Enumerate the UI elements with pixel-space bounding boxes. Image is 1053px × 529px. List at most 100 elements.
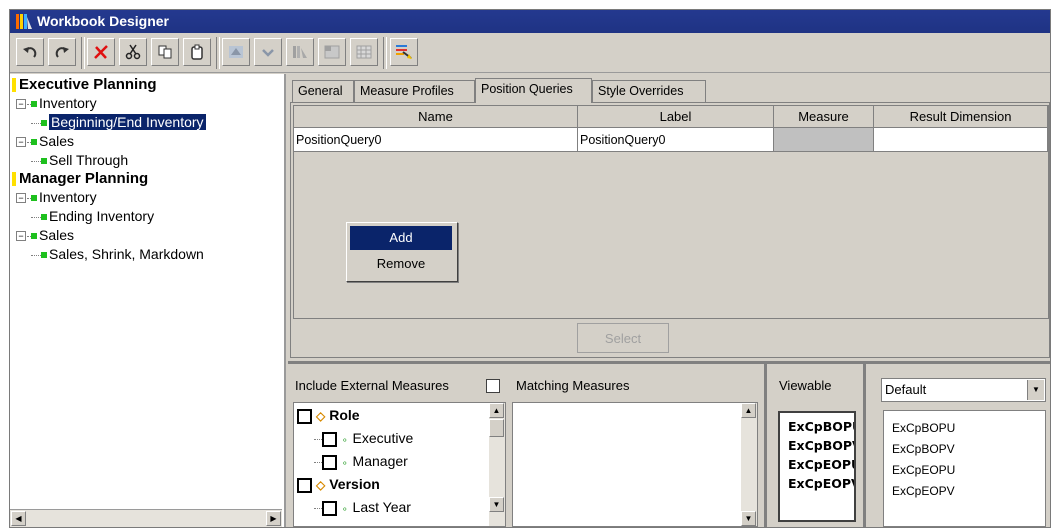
column-header-measure[interactable]: Measure bbox=[774, 106, 874, 128]
leaf-icon bbox=[41, 214, 47, 221]
include-external-checkbox[interactable] bbox=[486, 379, 500, 393]
cell-result-dimension[interactable] bbox=[874, 128, 1048, 152]
dot-icon: ⚬ bbox=[341, 458, 349, 468]
viewable-item[interactable]: ExCpEOPV bbox=[788, 476, 854, 491]
cell-measure[interactable] bbox=[774, 128, 874, 152]
layout-icon[interactable] bbox=[318, 38, 346, 66]
diamond-icon: ◇ bbox=[316, 478, 326, 492]
move-up-icon[interactable] bbox=[222, 38, 250, 66]
viewable-item[interactable]: ExCpEOPU bbox=[788, 457, 854, 472]
checkbox[interactable] bbox=[322, 454, 337, 470]
scroll-down-icon[interactable]: ▼ bbox=[741, 511, 756, 526]
app-icon bbox=[16, 14, 32, 29]
collapse-icon[interactable]: − bbox=[16, 193, 26, 204]
diamond-icon: ◇ bbox=[316, 409, 326, 423]
column-header-result-dimension[interactable]: Result Dimension bbox=[874, 106, 1048, 128]
profile-item[interactable]: ExCpEOPU bbox=[892, 463, 955, 477]
scroll-thumb[interactable] bbox=[489, 419, 504, 437]
matching-measures-list[interactable]: ▲ ▼ bbox=[512, 402, 758, 527]
profile-measures-list[interactable]: ExCpBOPU ExCpBOPV ExCpEOPU ExCpEOPV bbox=[883, 410, 1046, 527]
tree-horizontal-scrollbar[interactable]: ◀ ▶ bbox=[10, 509, 282, 527]
viewable-item[interactable]: ExCpBOPV bbox=[788, 438, 854, 453]
node-icon bbox=[31, 195, 37, 202]
checkbox[interactable] bbox=[322, 431, 337, 447]
role-manager[interactable]: ⚬ Manager bbox=[314, 453, 408, 470]
scroll-up-icon[interactable]: ▲ bbox=[489, 403, 504, 418]
tab-style-overrides[interactable]: Style Overrides bbox=[592, 80, 706, 102]
undo-icon[interactable] bbox=[16, 38, 44, 66]
viewable-label: Viewable bbox=[779, 378, 832, 393]
measure-icon[interactable] bbox=[390, 38, 418, 66]
role-executive[interactable]: ⚬ Executive bbox=[314, 430, 413, 447]
menu-item-add[interactable]: Add bbox=[350, 226, 452, 250]
window-title: Workbook Designer bbox=[37, 13, 169, 29]
select-button[interactable]: Select bbox=[577, 323, 669, 353]
scroll-up-icon[interactable]: ▲ bbox=[741, 403, 756, 418]
workbook-tree[interactable]: Executive Planning − Inventory Beginning/… bbox=[10, 74, 286, 527]
role-tree-list[interactable]: ◇ Role ⚬ Executive ⚬ Manager ◇ Version ⚬ Last… bbox=[293, 402, 506, 527]
move-down-icon[interactable] bbox=[254, 38, 282, 66]
node-icon bbox=[31, 233, 37, 240]
tree-item-sales-shrink-markdown[interactable]: Sales, Shrink, Markdown bbox=[31, 246, 204, 262]
include-external-label: Include External Measures bbox=[295, 378, 449, 393]
copy-icon[interactable] bbox=[151, 38, 179, 66]
detail-area: General Measure Profiles Position Querie… bbox=[288, 74, 1050, 527]
tab-position-queries[interactable]: Position Queries bbox=[475, 78, 592, 103]
tree-item-inventory[interactable]: − Inventory bbox=[16, 95, 97, 111]
leaf-icon bbox=[41, 252, 47, 259]
toolbar bbox=[10, 34, 1050, 73]
viewable-list[interactable]: ExCpBOPU ExCpBOPV ExCpEOPU ExCpEOPV bbox=[778, 411, 856, 522]
version-node[interactable]: ◇ Version bbox=[297, 476, 380, 493]
position-queries-panel: Name Label Measure Result Dimension Posi… bbox=[290, 102, 1050, 358]
tab-measure-profiles[interactable]: Measure Profiles bbox=[354, 80, 475, 102]
tree-item-manager-planning[interactable]: Manager Planning bbox=[12, 170, 148, 187]
viewable-item[interactable]: ExCpBOPU bbox=[788, 419, 854, 434]
tab-general[interactable]: General bbox=[292, 80, 354, 102]
collapse-icon[interactable]: − bbox=[16, 137, 26, 148]
position-query-table[interactable]: Name Label Measure Result Dimension Posi… bbox=[293, 105, 1049, 319]
profile-item[interactable]: ExCpBOPU bbox=[892, 421, 955, 435]
checkbox[interactable] bbox=[297, 408, 312, 424]
tree-item-executive-planning[interactable]: Executive Planning bbox=[12, 76, 157, 93]
cell-label[interactable]: PositionQuery0 bbox=[578, 128, 774, 152]
scroll-down-icon[interactable]: ▼ bbox=[489, 497, 504, 512]
role-tree-scrollbar[interactable]: ▲ ▼ bbox=[489, 403, 505, 526]
column-header-label[interactable]: Label bbox=[578, 106, 774, 128]
tree-item-ending-inventory[interactable]: Ending Inventory bbox=[31, 208, 154, 224]
measure-selection-area: Include External Measures Matching Measu… bbox=[288, 364, 1050, 527]
delete-icon[interactable] bbox=[87, 38, 115, 66]
tree-item-sell-through[interactable]: Sell Through bbox=[31, 152, 128, 168]
scroll-right-icon[interactable]: ▶ bbox=[266, 511, 281, 526]
cell-name[interactable]: PositionQuery0 bbox=[294, 128, 578, 152]
role-node[interactable]: ◇ Role bbox=[297, 407, 360, 424]
library-icon[interactable] bbox=[286, 38, 314, 66]
version-last-year[interactable]: ⚬ Last Year bbox=[314, 499, 411, 516]
profile-item[interactable]: ExCpEOPV bbox=[892, 484, 955, 498]
matching-measures-scrollbar[interactable]: ▲ ▼ bbox=[741, 403, 757, 526]
context-menu: Add Remove bbox=[346, 222, 458, 282]
grid-icon[interactable] bbox=[350, 38, 378, 66]
paste-icon[interactable] bbox=[183, 38, 211, 66]
matching-measures-label: Matching Measures bbox=[516, 378, 630, 393]
tree-item-sales[interactable]: − Sales bbox=[16, 227, 74, 243]
checkbox[interactable] bbox=[297, 477, 312, 493]
menu-item-remove[interactable]: Remove bbox=[350, 252, 452, 276]
profile-item[interactable]: ExCpBOPV bbox=[892, 442, 955, 456]
vertical-splitter[interactable] bbox=[764, 364, 767, 527]
tree-item-inventory[interactable]: − Inventory bbox=[16, 189, 97, 205]
tree-item-sales[interactable]: − Sales bbox=[16, 133, 74, 149]
collapse-icon[interactable]: − bbox=[16, 99, 26, 110]
chevron-down-icon[interactable]: ▼ bbox=[1027, 380, 1044, 400]
redo-icon[interactable] bbox=[48, 38, 76, 66]
cut-icon[interactable] bbox=[119, 38, 147, 66]
tree-item-beginning-end-inventory[interactable]: Beginning/End Inventory bbox=[31, 114, 206, 130]
leaf-icon bbox=[41, 158, 47, 165]
scroll-left-icon[interactable]: ◀ bbox=[11, 511, 26, 526]
collapse-icon[interactable]: − bbox=[16, 231, 26, 242]
profile-dropdown[interactable]: Default ▼ bbox=[881, 378, 1046, 402]
vertical-splitter[interactable] bbox=[863, 364, 866, 527]
node-icon bbox=[31, 101, 37, 108]
checkbox[interactable] bbox=[322, 500, 337, 516]
dot-icon: ⚬ bbox=[341, 435, 349, 445]
column-header-name[interactable]: Name bbox=[294, 106, 578, 128]
